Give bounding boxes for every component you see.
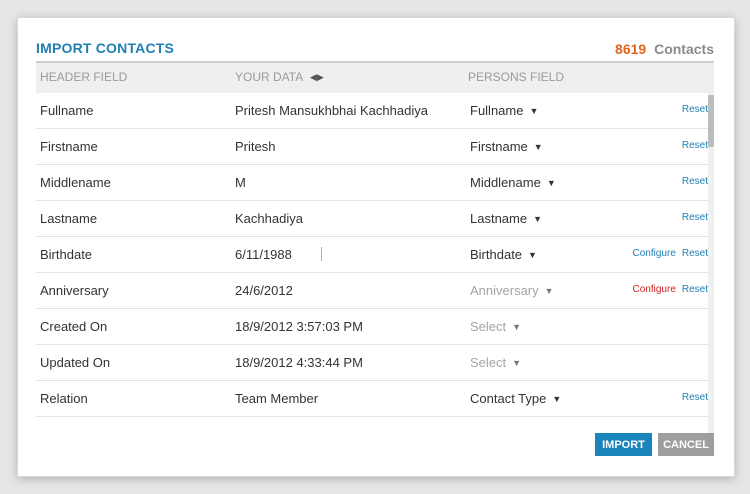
contact-count-number: 8619 <box>615 41 647 57</box>
header-field-column: HEADER FIELD <box>40 70 128 84</box>
caret-down-icon: ▼ <box>533 142 543 152</box>
header-field-cell: Anniversary <box>40 283 109 298</box>
persons-field-value: Middlename <box>470 175 541 190</box>
your-data-cell: Pritesh <box>235 139 276 154</box>
contact-count: 8619 Contacts <box>615 41 714 57</box>
persons-field-value: Fullname <box>470 103 524 118</box>
table-row: Relation Team Member Contact Type ▼ Reset <box>36 381 708 417</box>
caret-down-icon: ▼ <box>552 394 562 404</box>
reset-link[interactable]: Reset <box>682 284 708 295</box>
persons-field-column: PERSONS FIELD <box>468 70 565 84</box>
persons-field-value: Lastname <box>470 211 528 226</box>
persons-field-dropdown[interactable]: Select ▼ <box>470 355 521 370</box>
persons-field-dropdown[interactable]: Anniversary ▼ <box>470 283 554 298</box>
your-data-column: YOUR DATA ◀▶ <box>235 70 324 84</box>
persons-field-dropdown[interactable]: Fullname ▼ <box>470 103 538 118</box>
caret-down-icon: ▼ <box>529 106 539 116</box>
header-field-cell: Created On <box>40 319 108 334</box>
header-field-cell: Updated On <box>40 355 111 370</box>
persons-field-value: Birthdate <box>470 247 523 262</box>
mapping-rows[interactable]: Fullname Pritesh Mansukhbhai Kachhadiya … <box>36 93 708 433</box>
caret-down-icon: ▼ <box>512 358 522 368</box>
table-row: Middlename M Middlename ▼ Reset <box>36 165 708 201</box>
caret-down-icon: ▼ <box>512 322 522 332</box>
reset-link[interactable]: Reset <box>682 248 708 259</box>
table-row: Created On 18/9/2012 3:57:03 PM Select ▼ <box>36 309 708 345</box>
reset-link[interactable]: Reset <box>682 140 708 151</box>
table-row: Updated On 18/9/2012 4:33:44 PM Select ▼ <box>36 345 708 381</box>
caret-down-icon: ▼ <box>533 214 543 224</box>
persons-field-value: Contact Type <box>470 391 547 406</box>
reset-link[interactable]: Reset <box>682 392 708 403</box>
caret-down-icon: ▼ <box>528 250 537 260</box>
persons-field-value: Select <box>470 355 507 370</box>
left-right-arrows-icon[interactable]: ◀▶ <box>310 72 324 83</box>
cancel-button[interactable]: CANCEL <box>658 433 714 456</box>
persons-field-dropdown[interactable]: Birthdate ▼ <box>470 247 537 262</box>
reset-link[interactable]: Reset <box>682 176 708 187</box>
header-field-cell: Middlename <box>40 175 111 190</box>
reset-link[interactable]: Reset <box>682 104 708 115</box>
text-cursor <box>321 247 322 261</box>
header-field-cell: Relation <box>40 391 88 406</box>
persons-field-dropdown[interactable]: Firstname ▼ <box>470 139 543 154</box>
configure-link-warning[interactable]: Configure <box>633 284 676 295</box>
scrollbar[interactable] <box>708 93 714 433</box>
your-data-cell: 18/9/2012 4:33:44 PM <box>235 355 363 370</box>
table-header: HEADER FIELD YOUR DATA ◀▶ PERSONS FIELD <box>36 61 714 93</box>
table-row: Birthdate 6/11/1988 Birthdate ▼ Configure… <box>36 237 708 273</box>
your-data-cell: Kachhadiya <box>235 211 303 226</box>
persons-field-dropdown[interactable]: Contact Type ▼ <box>470 391 561 406</box>
header-field-cell: Firstname <box>40 139 98 154</box>
import-button[interactable]: IMPORT <box>595 433 652 456</box>
header-field-cell: Birthdate <box>40 247 93 262</box>
your-data-cell: Pritesh Mansukhbhai Kachhadiya <box>235 103 428 118</box>
table-row: Firstname Pritesh Firstname ▼ Reset <box>36 129 708 165</box>
your-data-cell: Team Member <box>235 391 319 406</box>
dialog-title: IMPORT CONTACTS <box>36 40 175 56</box>
your-data-cell: M <box>235 175 246 190</box>
your-data-column-label: YOUR DATA <box>235 70 303 84</box>
persons-field-dropdown[interactable]: Lastname ▼ <box>470 211 542 226</box>
configure-link[interactable]: Configure <box>633 248 676 259</box>
header-field-cell: Fullname <box>40 103 94 118</box>
your-data-cell: 24/6/2012 <box>235 283 293 298</box>
your-data-cell: 18/9/2012 3:57:03 PM <box>235 319 363 334</box>
scrollbar-thumb[interactable] <box>708 95 714 147</box>
import-contacts-dialog: IMPORT CONTACTS 8619 Contacts HEADER FIE… <box>18 18 734 476</box>
your-data-cell[interactable]: 6/11/1988 <box>235 247 292 262</box>
contact-count-label: Contacts <box>654 41 714 57</box>
persons-field-value: Firstname <box>470 139 528 154</box>
table-row: Lastname Kachhadiya Lastname ▼ Reset <box>36 201 708 237</box>
header-field-cell: Lastname <box>40 211 98 226</box>
persons-field-dropdown[interactable]: Middlename ▼ <box>470 175 556 190</box>
reset-link[interactable]: Reset <box>682 212 708 223</box>
table-row: Fullname Pritesh Mansukhbhai Kachhadiya … <box>36 93 708 129</box>
persons-field-value: Select <box>470 319 507 334</box>
table-row: Anniversary 24/6/2012 Anniversary ▼ Confi… <box>36 273 708 309</box>
caret-down-icon: ▼ <box>546 178 556 188</box>
persons-field-value: Anniversary <box>470 283 539 298</box>
caret-down-icon: ▼ <box>544 286 554 296</box>
persons-field-dropdown[interactable]: Select ▼ <box>470 319 521 334</box>
